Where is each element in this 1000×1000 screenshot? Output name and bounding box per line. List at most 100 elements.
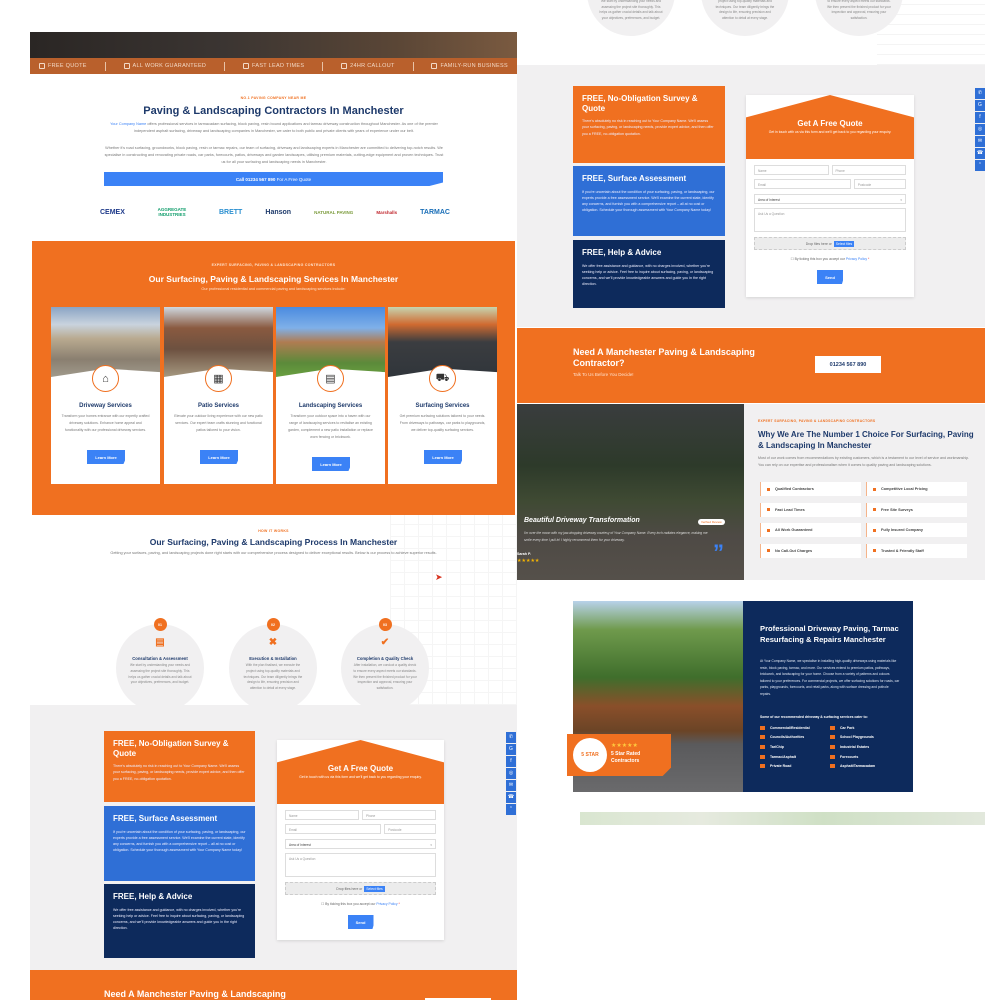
send-button[interactable]: Send xyxy=(347,915,374,929)
why-section: Beautiful Driveway Transformation Verifie… xyxy=(517,404,985,580)
feature-item: FAST LEAD TIMES xyxy=(243,63,304,69)
call-button[interactable]: Call 01234 567 890 For A Free Quote xyxy=(104,172,443,186)
privacy-consent: ☐ By ticking this box you accept our Pri… xyxy=(277,902,444,906)
feature-label: ALL WORK GUARANTEED xyxy=(132,63,207,69)
partner-logo: BRETT xyxy=(219,208,243,216)
intro-tag: NO.1 PAVING COMPANY NEAR ME xyxy=(240,96,307,100)
feature-label: FAST LEAD TIMES xyxy=(252,63,305,69)
form-title: Get A Free Quote xyxy=(327,764,394,773)
cta-phone-button[interactable]: 01234 567 890 xyxy=(815,356,881,373)
why-feature: Trusted & Friendly Staff xyxy=(866,543,967,558)
phone-icon[interactable]: ☎ xyxy=(975,148,985,159)
process-section: HOW IT WORKS Our Surfacing, Paving & Land… xyxy=(30,515,517,712)
step-text: We start by understanding your needs and… xyxy=(128,663,192,685)
name-input[interactable]: Name xyxy=(285,810,359,820)
paper-plane-icon: ➤ xyxy=(435,572,443,582)
feature-label: 24HR CALLOUT xyxy=(350,63,395,69)
email-icon[interactable]: ✉ xyxy=(975,136,985,147)
checklist-label: Commercial/Residential xyxy=(770,725,810,730)
offer-title: FREE, Help & Advice xyxy=(113,892,193,901)
google-icon[interactable]: G xyxy=(506,744,516,755)
email-icon[interactable]: ✉ xyxy=(506,780,516,791)
learn-more-button[interactable]: Learn More xyxy=(424,450,462,464)
feature-item: FAMILY-RUN BUSINESS xyxy=(431,63,508,69)
area-selected: Area of Interest xyxy=(758,198,780,202)
cta-title: Need A Manchester Paving & Landscaping C… xyxy=(573,347,755,368)
whatsapp-icon[interactable]: ✆ xyxy=(506,732,516,743)
why-text: Most of our work comes from recommendati… xyxy=(758,456,970,467)
form-header: Get A Free Quote Get in touch with us via… xyxy=(277,740,444,804)
feature-icon xyxy=(767,528,770,532)
divider xyxy=(104,61,106,71)
privacy-policy-link[interactable]: Privacy Policy xyxy=(376,902,397,906)
send-button[interactable]: Send xyxy=(817,270,843,284)
road-roller-icon: ⛟ xyxy=(429,365,456,392)
file-dropzone[interactable]: Drop files here or Select files xyxy=(754,237,906,250)
area-select[interactable]: Area of Interest ▾ xyxy=(285,839,436,849)
area-select[interactable]: Area of Interest ▾ xyxy=(754,194,906,204)
social-sidebar: ✆ Gf ◎ ✉ ☎ ⌃ xyxy=(975,88,985,171)
learn-more-button[interactable]: Learn More xyxy=(87,450,125,464)
whatsapp-icon[interactable]: ✆ xyxy=(975,88,985,99)
page-view-left: FREE QUOTE ALL WORK GUARANTEED FAST LEAD T… xyxy=(30,32,517,1000)
file-dropzone[interactable]: Drop files here or Select files xyxy=(285,882,436,895)
divider xyxy=(224,61,226,71)
instagram-icon[interactable]: ◎ xyxy=(975,124,985,135)
email-input[interactable]: Email xyxy=(754,179,851,189)
checklist-label: Asphalt/Tarmacadam xyxy=(840,764,876,769)
consent-text: By ticking this box you accept our xyxy=(325,902,376,906)
quote-mark-icon: ” xyxy=(713,540,724,565)
question-textarea[interactable]: Ask Us a Question xyxy=(285,853,436,877)
service-card: ▦ Patio Services Elevate your outdoor livi… xyxy=(164,307,273,484)
hero-image xyxy=(30,32,517,58)
google-icon[interactable]: G xyxy=(975,100,985,111)
required-mark: * xyxy=(868,257,870,261)
star-rating-badge: 5 STAR ★★★★★ 5 Star Rated Contractors xyxy=(567,734,671,776)
checkbox-icon xyxy=(830,764,835,769)
name-input[interactable]: Name xyxy=(754,165,829,175)
scroll-top-icon[interactable]: ⌃ xyxy=(975,160,985,171)
scroll-top-icon[interactable]: ⌃ xyxy=(506,804,516,815)
email-input[interactable]: Email xyxy=(285,824,382,834)
feature-icon xyxy=(873,508,876,511)
badge-stars: ★★★★★ xyxy=(611,743,638,749)
free-offer-box: FREE, Help & Advice We offer free assista… xyxy=(573,240,725,308)
offer-text: We offer free assistance and guidance, w… xyxy=(113,907,245,931)
learn-more-button[interactable]: Learn More xyxy=(200,450,238,464)
feature-label: Fully Insured Company xyxy=(881,528,923,532)
checkbox-icon xyxy=(830,725,835,730)
facebook-icon[interactable]: f xyxy=(975,112,985,123)
feature-label: Qualified Contractors xyxy=(775,487,814,491)
cta-title: Need A Manchester Paving & Landscaping C… xyxy=(104,989,286,999)
service-checklist-item: Industrial Estates xyxy=(830,742,869,752)
feature-icon xyxy=(873,487,876,491)
company-link[interactable]: Your Company Name xyxy=(110,122,146,126)
driveway-section: 5 STAR ★★★★★ 5 Star Rated Contractors Profe… xyxy=(567,601,913,792)
phone-input[interactable]: Phone xyxy=(831,165,906,175)
privacy-policy-link[interactable]: Privacy Policy xyxy=(846,257,867,261)
postcode-input[interactable]: Postcode xyxy=(853,179,906,189)
instagram-icon[interactable]: ◎ xyxy=(506,768,516,779)
calendar-icon xyxy=(341,63,348,69)
badge-label: 5 Star Rated Contractors xyxy=(611,751,641,764)
phone-input[interactable]: Phone xyxy=(362,810,436,820)
service-card: ▤ Landscaping Services Transform your outd… xyxy=(276,307,385,484)
select-files-button[interactable]: Select files xyxy=(833,240,855,247)
learn-more-button[interactable]: Learn More xyxy=(312,457,350,471)
postcode-input[interactable]: Postcode xyxy=(384,824,436,834)
drop-text: Drop files here or xyxy=(805,241,832,246)
quote-section: FREE, No-Obligation Survey & Quote There'… xyxy=(517,65,985,327)
phone-icon[interactable]: ☎ xyxy=(506,792,516,803)
feature-icon xyxy=(767,508,770,511)
question-textarea[interactable]: Ask Us a Question xyxy=(754,208,906,232)
area-selected: Area of Interest xyxy=(289,843,311,847)
partner-logo: AGGREGATE INDUSTRIES xyxy=(157,207,187,217)
facebook-icon[interactable]: f xyxy=(506,756,516,767)
chevron-down-icon: ▾ xyxy=(900,198,902,202)
award-icon xyxy=(123,63,130,69)
checkbox-icon xyxy=(760,744,765,749)
services-title: Our Surfacing, Paving & Landscaping Serv… xyxy=(148,274,399,284)
service-checklist-item: School Playgrounds xyxy=(830,733,874,743)
select-files-button[interactable]: Select files xyxy=(364,885,385,892)
map-embed[interactable] xyxy=(580,812,985,825)
